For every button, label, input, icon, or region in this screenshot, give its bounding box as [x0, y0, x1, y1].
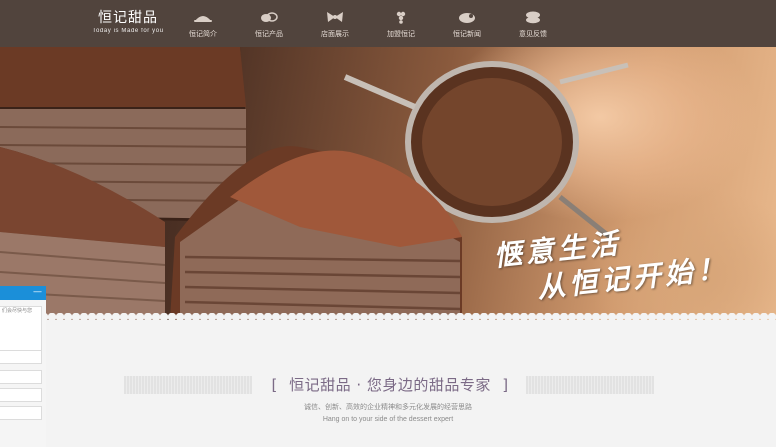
title-bracket-open: [	[271, 376, 278, 394]
bowl-icon	[456, 9, 478, 25]
decorative-bar-right	[526, 376, 654, 394]
logo-subtitle: Today is Made for you	[92, 28, 164, 34]
section-title: [ 恒记甜品 · 您身边的甜品专家 ]	[254, 373, 526, 397]
section-title-row: [ 恒记甜品 · 您身边的甜品专家 ]	[0, 373, 776, 397]
minimize-button[interactable]: —	[33, 287, 42, 298]
nav-item-stores[interactable]: 店面展示	[302, 0, 368, 47]
logo-title: 恒记甜品	[98, 10, 158, 26]
section-title-text: 恒记甜品 · 您身边的甜品专家	[289, 376, 491, 394]
main-nav: 恒记简介 恒记产品 店面展示 加盟恒记 恒记新闻 意见反馈	[170, 0, 566, 47]
nav-label: 意见反馈	[519, 30, 547, 38]
scallop-divider	[0, 313, 776, 325]
grapes-icon	[390, 9, 412, 25]
nav-item-feedback[interactable]: 意见反馈	[500, 0, 566, 47]
nav-label: 恒记简介	[189, 30, 217, 38]
title-bracket-close: ]	[502, 376, 509, 394]
phone-field[interactable]	[0, 370, 42, 384]
nav-label: 加盟恒记	[387, 30, 415, 38]
contact-widget: — 们会尽快与您	[0, 286, 46, 447]
hero-banner: 惬意生活 从恒记开始！	[0, 47, 776, 320]
bow-icon	[324, 9, 346, 25]
nav-item-franchise[interactable]: 加盟恒记	[368, 0, 434, 47]
logo[interactable]: 恒记甜品 Today is Made for you	[92, 9, 164, 41]
address-field[interactable]	[0, 406, 42, 420]
cake-icon	[258, 9, 280, 25]
decorative-bar-left	[124, 376, 252, 394]
macaron-icon	[522, 9, 544, 25]
name-field[interactable]	[0, 350, 42, 364]
widget-header: —	[0, 286, 46, 300]
nav-label: 店面展示	[321, 30, 349, 38]
nav-item-news[interactable]: 恒记新闻	[434, 0, 500, 47]
hat-icon	[192, 9, 214, 25]
nav-item-products[interactable]: 恒记产品	[236, 0, 302, 47]
email-field[interactable]	[0, 388, 42, 402]
section-subtitle-cn: 诚信、创新、高效的企业精神和多元化发展的经营思路	[304, 403, 472, 411]
message-textarea[interactable]: 们会尽快与您	[0, 306, 42, 354]
section-subtitle-en: Hang on to your side of the dessert expe…	[322, 416, 454, 423]
nav-label: 恒记产品	[255, 30, 283, 38]
nav-item-about[interactable]: 恒记简介	[170, 0, 236, 47]
top-header: 恒记甜品 Today is Made for you 恒记简介 恒记产品 店面展…	[0, 0, 776, 47]
nav-label: 恒记新闻	[453, 30, 481, 38]
